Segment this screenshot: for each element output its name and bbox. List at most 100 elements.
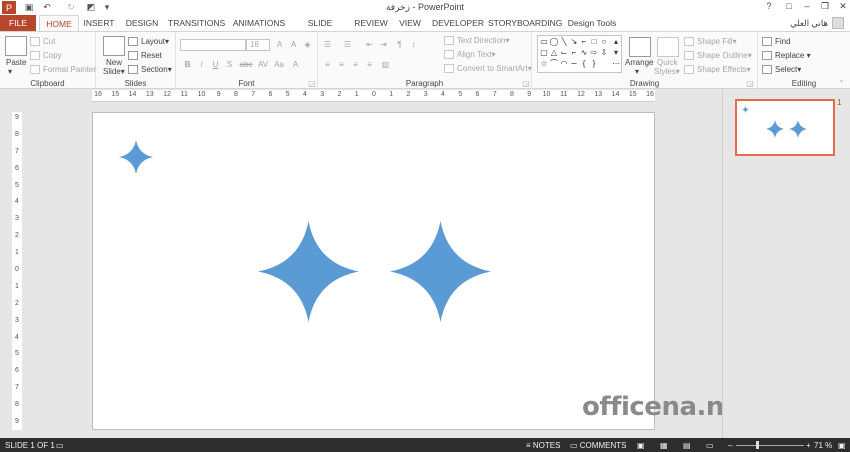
replace-button[interactable]: Replace ▾ [762,51,811,60]
quick-styles-icon[interactable] [657,37,679,57]
shape-elbow-connector-icon[interactable]: ⌐ [579,37,589,46]
shape-fill-button[interactable]: Shape Fill ▾ [684,37,737,46]
zoom-in-icon[interactable]: + [806,441,811,450]
zoom-slider-track[interactable] [736,445,804,446]
new-slide-icon[interactable] [103,36,125,56]
clear-formatting-icon[interactable]: ◈ [302,39,313,50]
shape-ellipse-icon[interactable]: ○ [599,37,609,46]
shape-star-icon[interactable]: ☆ [539,59,549,68]
paste-icon[interactable] [5,36,27,56]
copy-button[interactable]: Copy [30,51,62,60]
tab-review[interactable]: REVIEW [354,15,388,31]
cut-button[interactable]: Cut [30,37,55,46]
horizontal-ruler[interactable]: 16 15 14 13 12 11 10 9 8 7 6 5 4 3 2 1 0 1 2 3 4 5 6 7 8 9 10 11 12 1… [92,90,655,102]
tab-home[interactable]: HOME [39,15,79,32]
large-star-shape-right[interactable] [390,220,491,323]
shape-wave-icon[interactable]: ∽ [569,59,579,68]
gallery-scroll-up-icon[interactable]: ▴ [611,37,621,46]
arrange-icon[interactable] [629,37,651,57]
font-size-combo[interactable]: 18 [246,39,270,51]
increase-indent-icon[interactable]: ⇥ [378,39,389,50]
justify-icon[interactable]: ≡ [364,59,375,70]
numbering-icon[interactable]: ☰ [342,39,353,50]
tab-developer[interactable]: DEVELOPER [432,15,484,31]
shape-right-brace-icon[interactable]: } [589,59,599,68]
tab-design-tools[interactable]: Design Tools [566,15,618,31]
slide-sorter-icon[interactable]: ▦ [660,441,668,450]
align-right-icon[interactable]: ≡ [350,59,361,70]
zoom-slider-thumb[interactable] [756,441,759,449]
zoom-out-icon[interactable]: – [728,441,732,450]
align-left-icon[interactable]: ≡ [322,59,333,70]
slide-show-icon[interactable]: ▭ [706,441,714,450]
restore-button[interactable]: ❐ [818,1,832,13]
shape-rectangle-icon[interactable]: □ [589,37,599,46]
tab-file[interactable]: FILE [0,15,36,31]
gallery-scroll-down-icon[interactable]: ▾ [611,48,621,57]
reset-button[interactable]: Reset [128,51,162,60]
shape-outline-button[interactable]: Shape Outline ▾ [684,51,752,60]
user-name[interactable]: هاني العلي [790,18,828,29]
find-button[interactable]: Find [762,37,791,46]
paragraph-dialog-launcher-icon[interactable]: ◲ [522,78,530,89]
minimize-button[interactable]: – [800,1,814,13]
shape-curve-icon[interactable]: ∿ [579,48,589,57]
proofing-icon[interactable]: ▭ [56,441,64,450]
character-spacing-button[interactable]: AV [256,59,270,70]
shape-left-brace-icon[interactable]: { [579,59,589,68]
select-button[interactable]: Select ▾ [762,65,801,74]
shrink-font-icon[interactable]: A [288,39,299,50]
normal-view-icon[interactable]: ▣ [637,441,645,450]
columns-icon[interactable]: ▥ [380,59,391,70]
shape-arrow-line-icon[interactable]: ↘ [569,37,579,46]
shape-rounded-rect-icon[interactable]: ▢ [539,48,549,57]
arrange-dropdown-icon[interactable]: ▾ [635,67,639,76]
font-dialog-launcher-icon[interactable]: ◲ [308,78,316,89]
underline-button[interactable]: U [210,59,221,70]
italic-button[interactable]: I [196,59,207,70]
drawing-dialog-launcher-icon[interactable]: ◲ [746,78,754,89]
font-name-combo[interactable] [180,39,246,51]
user-avatar[interactable] [832,17,844,29]
line-spacing-icon[interactable]: ↕ [408,39,419,50]
slide-thumbnail-1[interactable] [735,99,835,156]
tab-animations[interactable]: ANIMATIONS [230,15,288,31]
new-slide-dropdown[interactable]: Slide ▾ [103,67,125,76]
comments-button[interactable]: ▭ COMMENTS [570,441,626,450]
arrange-button[interactable]: Arrange [625,58,653,67]
tab-view[interactable]: VIEW [398,15,422,31]
shape-down-arrow-icon[interactable]: ⇩ [599,48,609,57]
shape-arc-icon[interactable]: ◠ [559,59,569,68]
tab-transitions[interactable]: TRANSITIONS [168,15,225,31]
shapes-gallery[interactable]: ▭ ◯ ╲ ↘ ⌐ □ ○ ▢ △ ⌙ ⌐ ∿ ⇨ ⇩ ☆ ⌒ ◠ ∽ { } … [537,35,622,73]
gallery-more-icon[interactable]: ⋯ [611,59,621,68]
reading-view-icon[interactable]: ▤ [683,441,691,450]
shape-triangle-icon[interactable]: △ [549,48,559,57]
tab-insert[interactable]: INSERT [82,15,116,31]
text-direction-button[interactable]: Text Direction ▾ [444,36,509,45]
convert-smartart-button[interactable]: Convert to SmartArt ▾ [444,64,532,73]
format-painter-button[interactable]: Format Painter [30,65,96,74]
vertical-ruler[interactable]: 9 8 7 6 5 4 3 2 1 0 1 2 3 4 5 6 7 8 9 [12,112,22,430]
tab-storyboarding[interactable]: STORYBOARDING [488,15,562,31]
shape-right-arrow-icon[interactable]: ⇨ [589,48,599,57]
large-star-shape-left[interactable] [258,220,359,323]
shadow-button[interactable]: S [224,59,235,70]
notes-button[interactable]: ≡ NOTES [526,441,560,450]
quick-styles-dropdown[interactable]: Styles ▾ [654,67,680,76]
close-button[interactable]: ✕ [836,1,850,13]
section-button[interactable]: Section ▾ [128,65,172,74]
bullets-icon[interactable]: ☰ [322,39,333,50]
decrease-indent-icon[interactable]: ⇤ [364,39,375,50]
shape-connector2-icon[interactable]: ⌐ [569,48,579,57]
change-case-button[interactable]: Aa [272,59,286,70]
new-slide-button[interactable]: New [106,58,122,67]
fit-slide-icon[interactable]: ▣ [838,441,846,450]
slide-canvas[interactable] [92,112,655,430]
paste-dropdown-icon[interactable]: ▾ [8,67,12,76]
tab-slide-show[interactable]: SLIDE SHOW [296,15,344,44]
ribbon-display-options-button[interactable]: □ [782,1,796,13]
shape-textbox-icon[interactable]: ▭ [539,37,549,46]
layout-button[interactable]: Layout ▾ [128,37,169,46]
collapse-ribbon-icon[interactable]: ⌃ [836,78,847,89]
